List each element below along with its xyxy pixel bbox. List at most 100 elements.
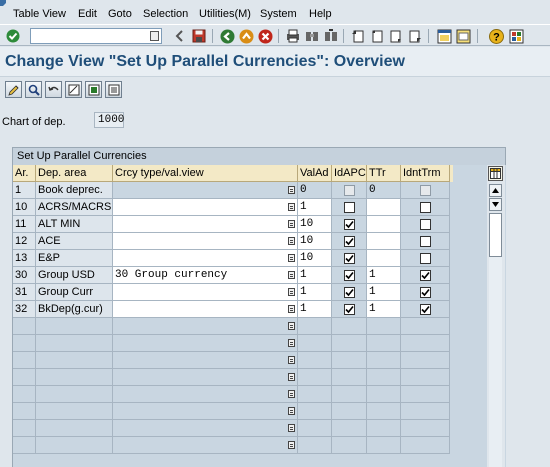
customize-layout-icon[interactable] [508,28,524,44]
last-page-icon[interactable] [407,28,423,44]
cell-valad[interactable]: 10 [298,233,332,250]
undo-change-icon[interactable] [45,81,62,98]
cell-ttr[interactable]: 1 [367,301,401,318]
menu-selection[interactable]: Selection [143,8,188,20]
cell-valad[interactable]: 1 [298,267,332,284]
sap-window-icon[interactable] [0,0,10,8]
details-icon[interactable] [105,81,122,98]
col-header-valad[interactable]: ValAd [298,165,332,182]
command-field[interactable] [30,28,162,44]
col-header-idnttrm[interactable]: IdntTrm [401,165,450,182]
cell-valad[interactable]: 0 [298,182,332,199]
idapc-checkbox[interactable] [344,270,355,281]
find-next-icon[interactable] [323,28,339,44]
cell-ttr[interactable] [367,216,401,233]
cell-ttr[interactable]: 0 [367,182,401,199]
idapc-checkbox[interactable] [344,287,355,298]
menu-help[interactable]: Help [309,8,332,20]
scroll-thumb[interactable] [489,213,502,257]
command-history-dropdown[interactable] [150,31,159,41]
menu-edit[interactable]: Edit [78,8,97,20]
change-display-icon[interactable] [5,81,22,98]
col-header-dep-area[interactable]: Dep. area [36,165,113,182]
select-block-icon[interactable] [65,81,82,98]
value-help-icon[interactable] [288,441,295,449]
cell-valad[interactable]: 1 [298,301,332,318]
cell-ar-text: 11 [15,218,27,230]
idnttrm-checkbox[interactable] [420,253,431,264]
enter-icon[interactable] [5,28,21,44]
scroll-up-button[interactable] [489,184,502,197]
find-icon[interactable] [304,28,320,44]
cell-crcy-type[interactable] [113,233,298,250]
exit-icon[interactable] [238,28,254,44]
value-help-icon[interactable] [288,203,295,211]
menu-utilities[interactable]: Utilities(M) [199,8,251,20]
col-header-ar[interactable]: Ar. [13,165,36,182]
scroll-down-button[interactable] [489,198,502,211]
back-arrow-icon[interactable] [172,28,188,44]
next-page-icon[interactable] [388,28,404,44]
idapc-checkbox[interactable] [344,219,355,230]
first-page-icon[interactable] [350,28,366,44]
select-all-icon[interactable] [25,81,42,98]
cell-ttr[interactable]: 1 [367,267,401,284]
idapc-checkbox[interactable] [344,236,355,247]
cell-valad[interactable]: 1 [298,199,332,216]
create-session-icon[interactable] [436,28,452,44]
value-help-icon[interactable] [288,407,295,415]
table-settings-icon[interactable] [488,166,503,181]
menu-goto[interactable]: Goto [108,8,132,20]
cell-ttr[interactable] [367,199,401,216]
idapc-checkbox[interactable] [344,304,355,315]
idnttrm-checkbox[interactable] [420,219,431,230]
cancel-icon[interactable] [257,28,273,44]
col-header-idapc[interactable]: IdAPC [332,165,367,182]
cell-crcy-type[interactable]: 30 Group currency [113,267,298,284]
save-icon[interactable] [191,28,207,44]
value-help-icon[interactable] [288,356,295,364]
value-help-icon[interactable] [288,424,295,432]
value-help-icon[interactable] [288,254,295,262]
cell-crcy-type[interactable] [113,250,298,267]
cell-valad[interactable]: 1 [298,284,332,301]
value-help-icon[interactable] [288,373,295,381]
cell-ttr[interactable] [367,250,401,267]
idnttrm-checkbox[interactable] [420,304,431,315]
cell-crcy-type[interactable] [113,216,298,233]
value-help-icon[interactable] [288,237,295,245]
previous-page-icon[interactable] [369,28,385,44]
menu-table-view[interactable]: Table View [13,8,66,20]
cell-ttr[interactable]: 1 [367,284,401,301]
idapc-checkbox[interactable] [344,253,355,264]
cell-crcy-type[interactable] [113,284,298,301]
cell-crcy-type[interactable] [113,301,298,318]
idnttrm-checkbox[interactable] [420,236,431,247]
value-help-icon[interactable] [288,390,295,398]
col-header-ttr[interactable]: TTr [367,165,401,182]
cell-valad[interactable]: 10 [298,250,332,267]
print-icon[interactable] [285,28,301,44]
idnttrm-checkbox[interactable] [420,270,431,281]
value-help-icon[interactable] [288,186,295,194]
value-help-icon[interactable] [288,322,295,330]
cell-ttr[interactable] [367,233,401,250]
value-help-icon[interactable] [288,220,295,228]
cell-crcy-type[interactable] [113,199,298,216]
col-header-crcy-type[interactable]: Crcy type/val.view [113,165,298,182]
help-icon[interactable]: ? [488,28,504,44]
menu-system[interactable]: System [260,8,297,20]
deselect-all-icon[interactable] [85,81,102,98]
back-icon[interactable] [219,28,235,44]
value-help-icon[interactable] [288,305,295,313]
idapc-checkbox[interactable] [344,202,355,213]
value-help-icon[interactable] [288,271,295,279]
table-scrollbar[interactable] [487,165,505,467]
cell-valad[interactable]: 10 [298,216,332,233]
value-help-icon[interactable] [288,288,295,296]
idnttrm-checkbox[interactable] [420,202,431,213]
shortcut-icon[interactable] [455,28,471,44]
value-help-icon[interactable] [288,339,295,347]
idnttrm-checkbox[interactable] [420,287,431,298]
cell-crcy-type[interactable] [113,182,298,199]
